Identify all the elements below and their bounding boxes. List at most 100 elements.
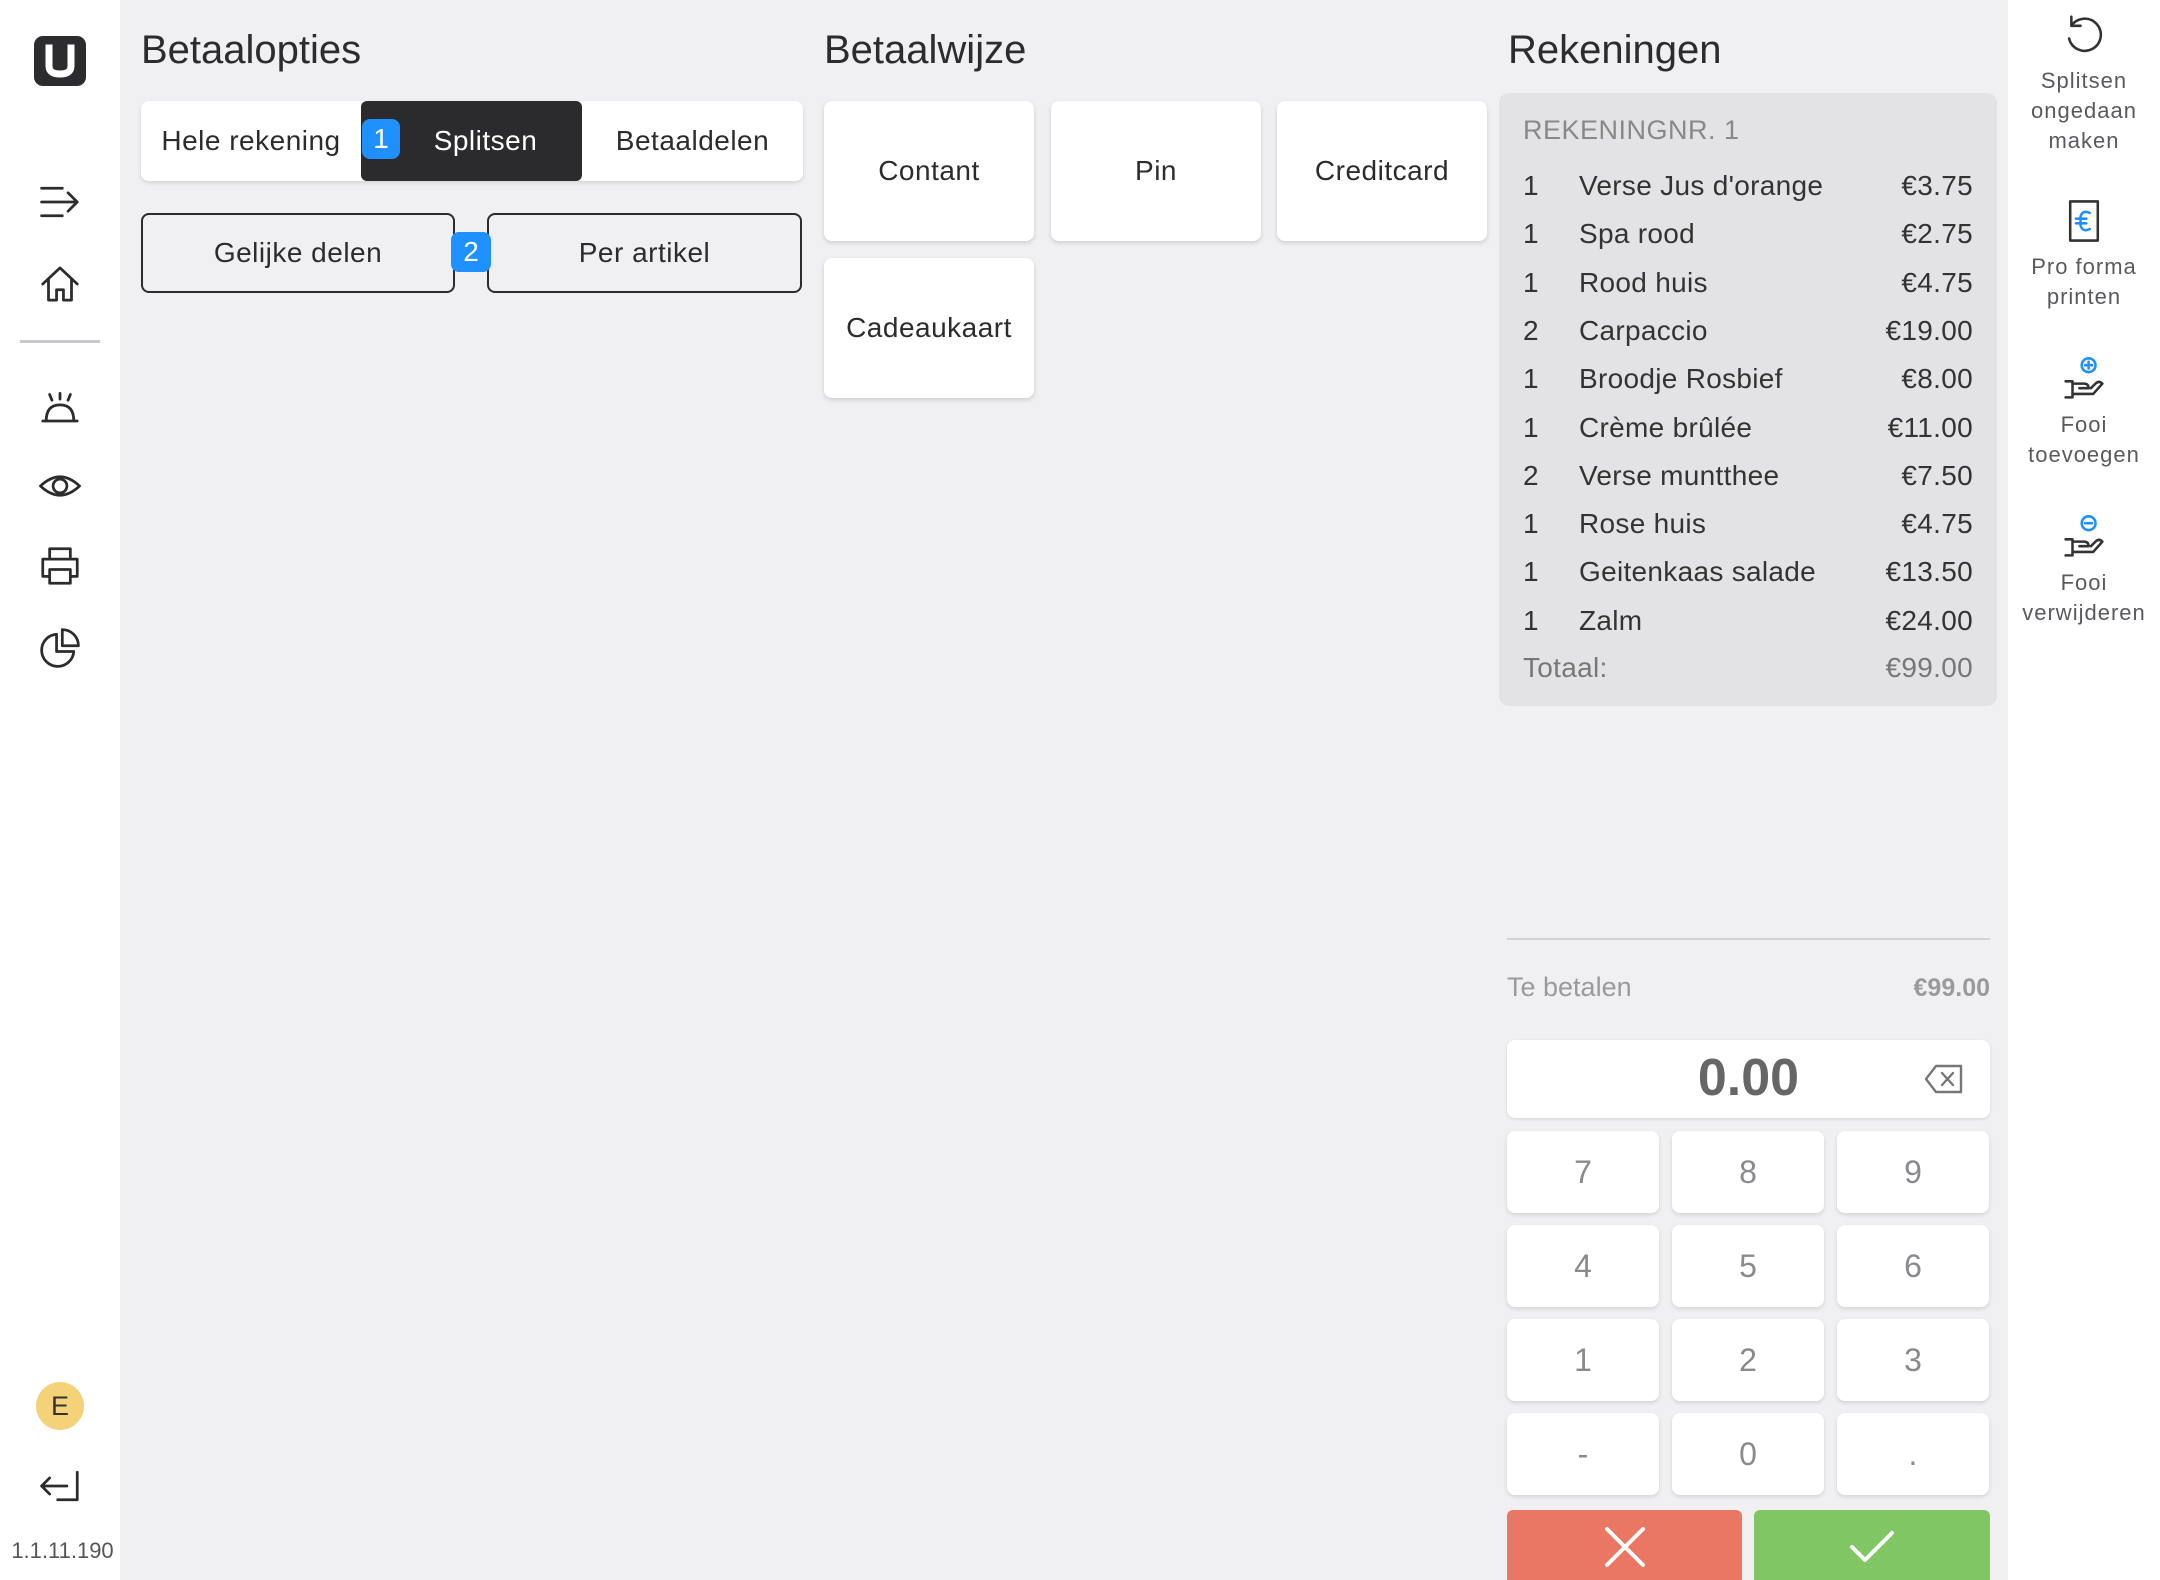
receipt-item-name: Verse Jus d'orange [1579, 170, 1824, 201]
pie-chart-icon[interactable] [30, 618, 90, 678]
u-logo-icon[interactable] [34, 36, 86, 86]
receipt-item-name: Zalm [1579, 604, 1643, 636]
logout-icon[interactable] [30, 1456, 90, 1516]
giftcard-button[interactable]: Cadeaukaart [824, 258, 1034, 398]
receipt-item-qty: 1 [1523, 218, 1539, 250]
keypad-key[interactable]: 4 [1507, 1225, 1659, 1307]
undo-icon [2067, 15, 2103, 53]
menu-collapse-icon[interactable] [30, 172, 90, 232]
amount-divider [1507, 938, 1990, 940]
receipt-item-qty: 2 [1523, 314, 1539, 346]
remove-tip-label: Fooi verwijderen [2022, 570, 2146, 625]
tip-add-icon [2064, 357, 2104, 399]
receipt-item-row[interactable]: 1 Zalm €24.00 [1499, 605, 1997, 653]
receipt-item-qty: 2 [1523, 459, 1539, 491]
keypad-key[interactable]: . [1837, 1413, 1989, 1495]
keypad-key[interactable]: - [1507, 1413, 1659, 1495]
receipt-item-price: €11.00 [1887, 411, 1973, 443]
remove-tip-action[interactable]: Fooi verwijderen [2008, 514, 2160, 628]
receipt-total-row: Totaal: €99.00 [1499, 652, 1997, 700]
receipt-item-qty: 1 [1523, 170, 1539, 201]
version-label: 1.1.11.190 [11, 1538, 114, 1563]
receipt-item-price: €7.50 [1901, 459, 1973, 491]
receipt-euro-icon [2068, 200, 2100, 242]
keypad-key[interactable]: 3 [1837, 1319, 1989, 1401]
receipt-item-name: Verse muntthee [1579, 459, 1780, 491]
confirm-button[interactable] [1754, 1510, 1990, 1580]
segment-whole-bill[interactable]: Hele rekening [141, 101, 361, 181]
receipt-item-name: Crème brûlée [1579, 411, 1753, 443]
receipt-item-price: €19.00 [1885, 314, 1973, 346]
receipt-item-row[interactable]: 2 Verse muntthee €7.50 [1499, 460, 1997, 508]
keypad-key[interactable]: 0 [1672, 1413, 1824, 1495]
payment-method-title: Betaalwijze [824, 28, 1027, 72]
keypad-key[interactable]: 7 [1507, 1131, 1659, 1213]
receipt-total-label: Totaal: [1523, 652, 1608, 683]
amount-value: 0.00 [1697, 1049, 1800, 1107]
receipt-number: REKENINGNR. 1 [1523, 115, 1740, 145]
receipt-item-row[interactable]: 1 Geitenkaas salade €13.50 [1499, 556, 1997, 604]
receipt-item-qty: 1 [1523, 266, 1539, 298]
add-tip-action[interactable]: Fooi toevoegen [2008, 356, 2160, 470]
receipt-item-row[interactable]: 1 Rose huis €4.75 [1499, 508, 1997, 556]
receipt-item-row[interactable]: 1 Crème brûlée €11.00 [1499, 412, 1997, 460]
amount-input[interactable]: 0.00 [1507, 1040, 1990, 1118]
segment-split-label: Splitsen [433, 125, 538, 156]
receipt-item-price: €8.00 [1901, 363, 1973, 395]
keypad-key[interactable]: 1 [1507, 1319, 1659, 1401]
add-tip-label: Fooi toevoegen [2028, 412, 2140, 467]
pin-button[interactable]: Pin [1051, 101, 1261, 241]
keypad-key[interactable]: 8 [1672, 1131, 1824, 1213]
receipt-item-qty: 1 [1523, 411, 1539, 443]
receipt-item-qty: 1 [1523, 604, 1539, 636]
receipt-item-price: €13.50 [1885, 556, 1973, 588]
receipt-item-price: €24.00 [1885, 604, 1973, 636]
close-icon [1604, 1527, 1645, 1567]
step-badge-2: 2 [451, 232, 491, 272]
per-item-button[interactable]: Per artikel [487, 213, 802, 293]
user-initial: E [50, 1390, 69, 1421]
receipt-item-qty: 1 [1523, 556, 1539, 588]
backspace-icon[interactable] [1924, 1064, 1964, 1094]
receipt-item-qty: 1 [1523, 508, 1539, 540]
tip-remove-icon [2064, 515, 2104, 557]
pro-forma-print-action[interactable]: Pro forma printen [2008, 198, 2160, 312]
receipt-item-row[interactable]: 1 Verse Jus d'orange €3.75 [1499, 170, 1997, 218]
cash-button[interactable]: Contant [824, 101, 1034, 241]
receipt-item-row[interactable]: 1 Spa rood €2.75 [1499, 218, 1997, 266]
eye-icon[interactable] [30, 456, 90, 516]
receipt-item-name: Rood huis [1579, 266, 1708, 298]
receipt-item-name: Carpaccio [1579, 314, 1708, 346]
receipt-item-row[interactable]: 2 Carpaccio €19.00 [1499, 315, 1997, 363]
receipt-card[interactable]: REKENINGNR. 1 1 Verse Jus d'orange €3.75 1 S… [1499, 93, 1997, 706]
receipt-item-row[interactable]: 1 Rood huis €4.75 [1499, 267, 1997, 315]
receipt-item-name: Spa rood [1579, 218, 1696, 250]
receipt-item-qty: 1 [1523, 363, 1539, 395]
payment-option-segmented-control: Hele rekening Splitsen Betaaldelen [141, 101, 803, 181]
receipt-item-name: Rose huis [1579, 508, 1707, 540]
receipt-total-value: €99.00 [1885, 652, 1973, 683]
user-avatar[interactable]: E [36, 1382, 84, 1430]
bills-title: Rekeningen [1508, 28, 1722, 72]
left-navigation: E 1.1.11.190 [0, 0, 120, 1580]
receipt-item-price: €2.75 [1901, 218, 1973, 250]
receipt-item-price: €4.75 [1901, 266, 1973, 298]
keypad-key[interactable]: 5 [1672, 1225, 1824, 1307]
receipt-item-row[interactable]: 1 Broodje Rosbief €8.00 [1499, 363, 1997, 411]
pro-forma-print-label: Pro forma printen [2031, 254, 2137, 309]
home-icon[interactable] [30, 254, 90, 314]
undo-split-label: Splitsen ongedaan maken [2031, 68, 2137, 153]
keypad-key[interactable]: 9 [1837, 1131, 1989, 1213]
segment-partial-payment[interactable]: Betaaldelen [582, 101, 803, 181]
service-bell-icon[interactable] [30, 376, 90, 436]
to-pay-label: Te betalen [1507, 972, 1632, 1002]
printer-icon[interactable] [30, 536, 90, 596]
cancel-button[interactable] [1507, 1510, 1742, 1580]
keypad-key[interactable]: 2 [1672, 1319, 1824, 1401]
receipt-item-name: Broodje Rosbief [1579, 363, 1783, 395]
equal-parts-button[interactable]: Gelijke delen [141, 213, 455, 293]
nav-divider [20, 340, 100, 343]
undo-split-action[interactable]: Splitsen ongedaan maken [2008, 12, 2160, 156]
keypad-key[interactable]: 6 [1837, 1225, 1989, 1307]
creditcard-button[interactable]: Creditcard [1277, 101, 1487, 241]
